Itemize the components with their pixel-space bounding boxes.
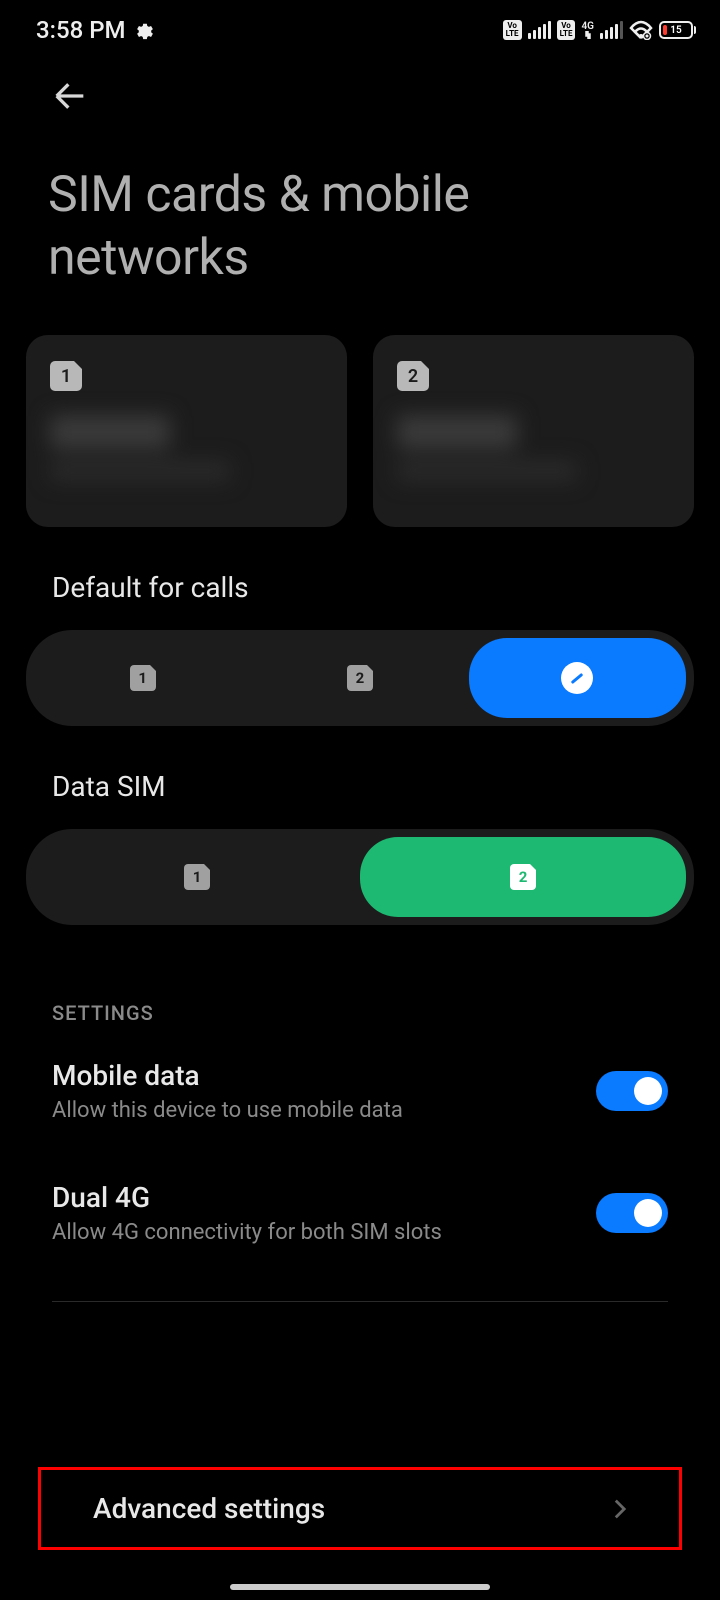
mobile-data-row[interactable]: Mobile data Allow this device to use mob… (0, 1025, 720, 1147)
page-title: SIM cards & mobile networks (0, 136, 720, 289)
divider (52, 1301, 668, 1302)
chevron-right-icon (613, 1497, 627, 1521)
default-calls-selector: 1 2 (26, 630, 694, 726)
data-sim-label: Data SIM (0, 726, 720, 803)
status-bar: 3:58 PM VoLTE VoLTE 4G (0, 0, 720, 56)
wifi-icon (629, 20, 653, 40)
sim-badge-2: 2 (397, 361, 429, 391)
volte-badge-1: VoLTE (503, 20, 522, 40)
settings-header: SETTINGS (0, 925, 720, 1025)
battery-icon: 15 (659, 21, 696, 39)
dual-4g-toggle[interactable] (596, 1193, 668, 1233)
mobile-data-subtitle: Allow this device to use mobile data (52, 1098, 596, 1123)
volte-badge-2: VoLTE (557, 20, 576, 40)
signal-icon-1 (528, 21, 551, 39)
advanced-settings-row[interactable]: Advanced settings (38, 1467, 682, 1550)
default-calls-no-prompt[interactable] (469, 638, 686, 718)
default-calls-sim-2[interactable]: 2 (251, 638, 468, 718)
no-prompt-icon (561, 662, 593, 694)
default-calls-sim-1[interactable]: 1 (34, 638, 251, 718)
advanced-settings-title: Advanced settings (93, 1492, 325, 1525)
mobile-data-title: Mobile data (52, 1059, 596, 1092)
default-calls-label: Default for calls (0, 527, 720, 604)
status-time: 3:58 PM (36, 16, 126, 44)
data-sim-1[interactable]: 1 (34, 837, 360, 917)
signal-icon-2 (600, 21, 623, 39)
sim-badge-1: 1 (50, 361, 82, 391)
home-indicator[interactable] (230, 1584, 490, 1590)
data-sim-2[interactable]: 2 (360, 837, 686, 917)
settings-icon (134, 19, 156, 41)
dual-4g-row[interactable]: Dual 4G Allow 4G connectivity for both S… (0, 1147, 720, 1269)
mobile-data-toggle[interactable] (596, 1071, 668, 1111)
network-type: 4G (581, 22, 594, 31)
dual-4g-subtitle: Allow 4G connectivity for both SIM slots (52, 1220, 596, 1245)
sim-card-2[interactable]: 2 (373, 335, 694, 527)
back-arrow-icon (50, 76, 90, 116)
back-button[interactable] (0, 56, 720, 136)
data-sim-selector: 1 2 (26, 829, 694, 925)
sim-card-1[interactable]: 1 (26, 335, 347, 527)
dual-4g-title: Dual 4G (52, 1181, 596, 1214)
